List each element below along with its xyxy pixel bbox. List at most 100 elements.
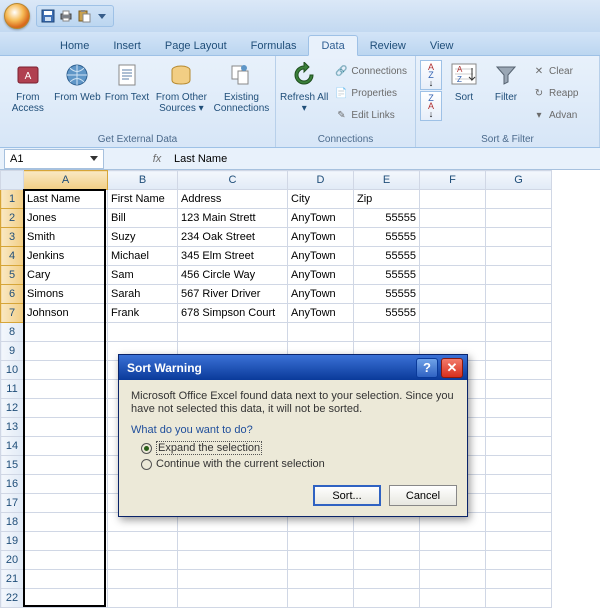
- formula-input[interactable]: Last Name: [170, 153, 600, 165]
- cell[interactable]: Simons: [24, 285, 108, 304]
- cell[interactable]: Zip: [354, 190, 420, 209]
- col-header-a[interactable]: A: [24, 171, 108, 190]
- cell[interactable]: [486, 209, 552, 228]
- cell[interactable]: [420, 228, 486, 247]
- row-header[interactable]: 1: [1, 190, 24, 209]
- cell[interactable]: Last Name: [24, 190, 108, 209]
- fx-icon[interactable]: fx: [144, 153, 170, 165]
- tab-review[interactable]: Review: [358, 36, 418, 55]
- row-header[interactable]: 8: [1, 323, 24, 342]
- tab-formulas[interactable]: Formulas: [239, 36, 309, 55]
- cell[interactable]: 55555: [354, 285, 420, 304]
- row-header[interactable]: 11: [1, 380, 24, 399]
- select-all-corner[interactable]: [1, 171, 24, 190]
- radio-expand-selection[interactable]: Expand the selection: [141, 441, 455, 455]
- cell[interactable]: 55555: [354, 266, 420, 285]
- row-header[interactable]: 16: [1, 475, 24, 494]
- from-access-button[interactable]: AFrom Access: [4, 58, 52, 128]
- dialog-sort-button[interactable]: Sort...: [313, 485, 381, 506]
- cell[interactable]: AnyTown: [288, 209, 354, 228]
- sort-button[interactable]: AZSort: [444, 58, 484, 128]
- dialog-cancel-button[interactable]: Cancel: [389, 485, 457, 506]
- row-header[interactable]: 18: [1, 513, 24, 532]
- cell[interactable]: [486, 247, 552, 266]
- row-header[interactable]: 12: [1, 399, 24, 418]
- from-other-sources-button[interactable]: From Other Sources ▾: [153, 58, 210, 128]
- paste-icon[interactable]: [76, 8, 92, 24]
- clear-filter-button[interactable]: ✕Clear: [528, 61, 582, 81]
- cell[interactable]: 55555: [354, 228, 420, 247]
- dialog-close-button[interactable]: ✕: [441, 358, 463, 378]
- cell[interactable]: AnyTown: [288, 247, 354, 266]
- cell[interactable]: Address: [178, 190, 288, 209]
- row-header[interactable]: 9: [1, 342, 24, 361]
- connections-button[interactable]: 🔗Connections: [330, 61, 411, 81]
- cell[interactable]: Frank: [108, 304, 178, 323]
- cell[interactable]: Jenkins: [24, 247, 108, 266]
- cell[interactable]: [420, 190, 486, 209]
- cell[interactable]: [486, 228, 552, 247]
- radio-current-selection[interactable]: Continue with the current selection: [141, 458, 455, 470]
- cell[interactable]: [420, 209, 486, 228]
- sort-asc-button[interactable]: AZ↓: [420, 60, 442, 90]
- filter-button[interactable]: Filter: [486, 58, 526, 128]
- edit-links-button[interactable]: ✎Edit Links: [330, 105, 411, 125]
- tab-data[interactable]: Data: [308, 35, 357, 56]
- cell[interactable]: Bill: [108, 209, 178, 228]
- tab-view[interactable]: View: [418, 36, 466, 55]
- print-icon[interactable]: [58, 8, 74, 24]
- cell[interactable]: Sam: [108, 266, 178, 285]
- cell[interactable]: 123 Main Strett: [178, 209, 288, 228]
- sort-desc-button[interactable]: ZA↓: [420, 91, 442, 121]
- row-header[interactable]: 10: [1, 361, 24, 380]
- row-header[interactable]: 4: [1, 247, 24, 266]
- cell[interactable]: AnyTown: [288, 266, 354, 285]
- cell[interactable]: 456 Circle Way: [178, 266, 288, 285]
- cell[interactable]: First Name: [108, 190, 178, 209]
- row-header[interactable]: 14: [1, 437, 24, 456]
- tab-page-layout[interactable]: Page Layout: [153, 36, 239, 55]
- cell[interactable]: [486, 285, 552, 304]
- row-header[interactable]: 17: [1, 494, 24, 513]
- cell[interactable]: [420, 304, 486, 323]
- dialog-help-button[interactable]: ?: [416, 358, 438, 378]
- cell[interactable]: 345 Elm Street: [178, 247, 288, 266]
- cell[interactable]: City: [288, 190, 354, 209]
- cell[interactable]: Johnson: [24, 304, 108, 323]
- row-header[interactable]: 21: [1, 570, 24, 589]
- cell[interactable]: AnyTown: [288, 304, 354, 323]
- cell[interactable]: AnyTown: [288, 285, 354, 304]
- advanced-button[interactable]: ▾Advan: [528, 105, 582, 125]
- qat-dropdown-icon[interactable]: [94, 8, 110, 24]
- cell[interactable]: 567 River Driver: [178, 285, 288, 304]
- name-box[interactable]: A1: [4, 149, 104, 169]
- col-header-c[interactable]: C: [178, 171, 288, 190]
- row-header[interactable]: 2: [1, 209, 24, 228]
- refresh-all-button[interactable]: Refresh All ▾: [280, 58, 328, 128]
- properties-button[interactable]: 📄Properties: [330, 83, 411, 103]
- row-header[interactable]: 19: [1, 532, 24, 551]
- cell[interactable]: AnyTown: [288, 228, 354, 247]
- row-header[interactable]: 5: [1, 266, 24, 285]
- cell[interactable]: [420, 285, 486, 304]
- cell[interactable]: Cary: [24, 266, 108, 285]
- cell[interactable]: 234 Oak Street: [178, 228, 288, 247]
- col-header-d[interactable]: D: [288, 171, 354, 190]
- tab-insert[interactable]: Insert: [101, 36, 153, 55]
- row-header[interactable]: 3: [1, 228, 24, 247]
- cell[interactable]: Michael: [108, 247, 178, 266]
- cell[interactable]: Smith: [24, 228, 108, 247]
- existing-connections-button[interactable]: Existing Connections: [212, 58, 271, 128]
- cell[interactable]: 678 Simpson Court: [178, 304, 288, 323]
- cell[interactable]: [486, 190, 552, 209]
- save-icon[interactable]: [40, 8, 56, 24]
- cell[interactable]: [420, 266, 486, 285]
- reapply-button[interactable]: ↻Reapp: [528, 83, 582, 103]
- col-header-f[interactable]: F: [420, 171, 486, 190]
- row-header[interactable]: 13: [1, 418, 24, 437]
- cell[interactable]: 55555: [354, 209, 420, 228]
- row-header[interactable]: 6: [1, 285, 24, 304]
- col-header-g[interactable]: G: [486, 171, 552, 190]
- row-header[interactable]: 20: [1, 551, 24, 570]
- col-header-e[interactable]: E: [354, 171, 420, 190]
